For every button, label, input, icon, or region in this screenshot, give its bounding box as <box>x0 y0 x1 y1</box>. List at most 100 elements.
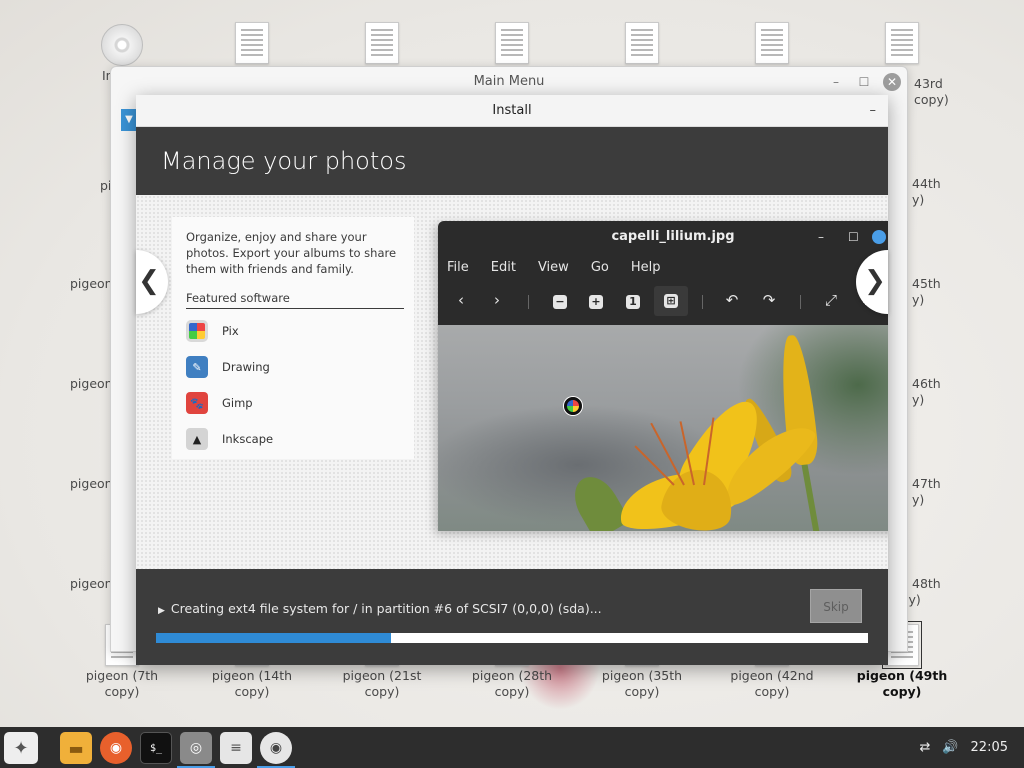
viewer-menubar: File Edit View Go Help <box>438 253 888 281</box>
install-titlebar: Install – <box>136 95 888 127</box>
label-line: pigeon (7th copy) <box>85 668 159 699</box>
desktop-icon-label: 43rd copy) <box>914 76 949 108</box>
minimize-button[interactable]: – <box>827 75 845 89</box>
label-line: y) <box>912 292 925 307</box>
desktop-icon-label: pigeon <box>70 376 113 391</box>
desktop-icon-file[interactable] <box>592 22 692 64</box>
software-name: Gimp <box>222 396 253 410</box>
label-line: pigeon (35th <box>601 668 683 683</box>
desktop-icon-file[interactable] <box>202 22 302 64</box>
label-line: pigeon (14th <box>211 668 293 683</box>
label-line: y) <box>912 392 925 407</box>
pix-icon <box>186 320 208 342</box>
installer-app-button[interactable]: ◉ <box>260 732 292 764</box>
software-name: Inkscape <box>222 432 274 446</box>
terminal-app-button[interactable]: $_ <box>140 732 172 764</box>
desktop-icon-label: 47th y) <box>912 476 941 508</box>
viewer-menu-go: Go <box>590 259 609 275</box>
desktop-icon-file[interactable] <box>462 22 562 64</box>
files-app-button[interactable]: ▬ <box>60 732 92 764</box>
skip-button[interactable]: Skip <box>810 589 862 623</box>
progress-bar <box>156 633 868 643</box>
desktop-icon-label: pigeon (7th copy) <box>72 668 172 700</box>
inkscape-icon: ▲ <box>186 428 208 450</box>
disks-app-button[interactable]: ◎ <box>180 732 212 764</box>
clock[interactable]: 22:05 <box>971 740 1008 755</box>
label-line: copy) <box>914 92 949 107</box>
gimp-icon: 🐾 <box>186 392 208 414</box>
desktop-icon-label: pigeon <box>70 276 113 291</box>
label-line: pigeon (28th <box>471 668 553 683</box>
label-line: copy) <box>364 684 400 699</box>
software-item: ✎ Drawing <box>172 349 414 385</box>
document-icon <box>365 22 399 64</box>
label-line: 47th <box>912 476 941 491</box>
firefox-app-button[interactable]: ◉ <box>100 732 132 764</box>
zoom-out-icon: − <box>550 291 570 309</box>
progress-status[interactable]: ▶ Creating ext4 file system for / in part… <box>158 601 602 616</box>
disc-icon <box>101 24 143 66</box>
desktop-icon-label: pigeon <box>70 476 113 491</box>
label-line: copy) <box>754 684 790 699</box>
folder-icon: ▬ <box>68 738 84 758</box>
desktop-icon-label: pigeon (28th copy) <box>462 668 562 700</box>
network-icon[interactable]: ⇄ <box>919 740 930 755</box>
pigeon-logo-icon: ✦ <box>13 737 29 759</box>
minimize-icon: – <box>818 230 824 244</box>
label-line: 44th <box>912 176 941 191</box>
forward-arrow-icon: › <box>494 291 500 309</box>
disc-icon: ◉ <box>269 740 283 756</box>
install-window: Install – Manage your photos Organize, e… <box>136 95 888 665</box>
desktop-icon-label: pigeon <box>70 576 113 591</box>
label-line: copy) <box>234 684 270 699</box>
label-line: y) <box>912 492 925 507</box>
label-line: 46th <box>912 376 941 391</box>
label-line: copy) <box>624 684 660 699</box>
desktop-icon-label: pigeon (49th copy) <box>852 668 952 700</box>
slide-body: Organize, enjoy and share your photos. E… <box>136 195 888 569</box>
close-icon <box>872 230 886 244</box>
desktop-icon-label: pigeon (21st copy) <box>332 668 432 700</box>
label-line: y) <box>912 192 925 207</box>
software-name: Drawing <box>222 360 270 374</box>
label-line: 45th <box>912 276 941 291</box>
maximize-button[interactable]: ☐ <box>855 75 873 89</box>
zoom-original-icon: 1 <box>623 291 643 309</box>
software-item: ▲ Inkscape <box>172 421 414 457</box>
label-line: copy) <box>494 684 530 699</box>
close-button[interactable]: ✕ <box>883 73 901 91</box>
chevron-down-icon[interactable]: ▼ <box>121 109 137 131</box>
progress-status-text: Creating ext4 file system for / in parti… <box>170 601 602 616</box>
progress-bar-fill <box>156 633 391 643</box>
desktop-icon-file[interactable] <box>722 22 822 64</box>
firefox-icon: ◉ <box>109 740 123 756</box>
rotate-right-icon: ↷ <box>762 291 776 309</box>
lily-photo <box>438 325 888 531</box>
label-line: pigeon (21st <box>342 668 422 683</box>
slide-description: Organize, enjoy and share your photos. E… <box>186 230 397 276</box>
viewer-titlebar: capelli_lilium.jpg – ☐ <box>438 221 888 253</box>
label-line: pigeon (49th <box>856 668 948 683</box>
viewer-menu-help: Help <box>630 259 661 275</box>
zoom-fit-icon: ⊞ <box>654 286 688 316</box>
volume-icon[interactable]: 🔊 <box>942 740 958 755</box>
slide-title: Manage your photos <box>136 127 888 195</box>
desktop-icon-label: pigeon (14th copy) <box>202 668 302 700</box>
minimize-button[interactable]: – <box>870 95 877 127</box>
pix-cursor-icon <box>564 397 582 415</box>
desktop-icon-file[interactable] <box>332 22 432 64</box>
text-editor-icon: ≡ <box>230 740 242 756</box>
install-footer: ▶ Creating ext4 file system for / in part… <box>136 569 888 665</box>
drawing-icon: ✎ <box>186 356 208 378</box>
label-line: copy) <box>882 684 922 699</box>
text-editor-app-button[interactable]: ≡ <box>220 732 252 764</box>
start-menu-button[interactable]: ✦ <box>4 732 38 764</box>
zoom-in-icon: + <box>586 291 606 309</box>
desktop-icon-label: 45th y) <box>912 276 941 308</box>
desktop-icon-file[interactable] <box>852 22 952 64</box>
expand-triangle-icon[interactable]: ▶ <box>158 606 165 616</box>
desktop-icon-label: pigeon (42nd copy) <box>722 668 822 700</box>
fullscreen-icon: ⤢ <box>824 291 837 309</box>
info-card: Organize, enjoy and share your photos. E… <box>172 217 414 459</box>
viewer-filename: capelli_lilium.jpg <box>611 229 735 244</box>
